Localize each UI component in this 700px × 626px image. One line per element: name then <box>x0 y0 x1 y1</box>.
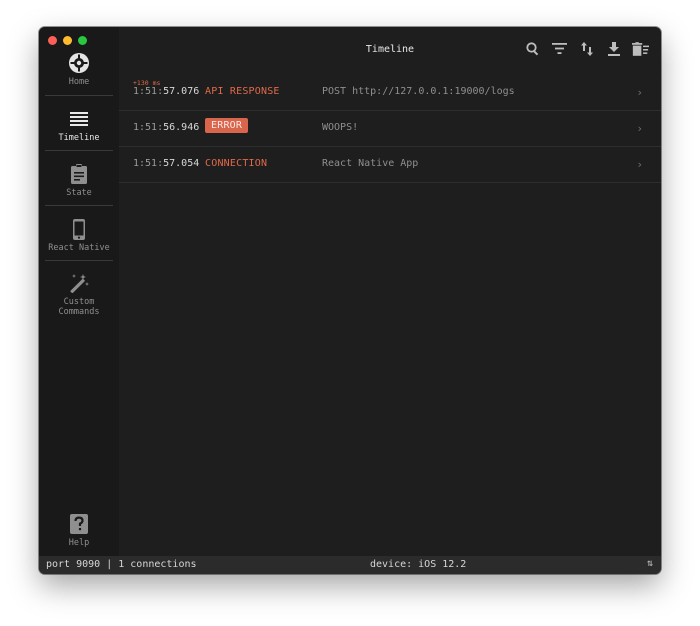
sidebar-divider <box>45 205 113 206</box>
help-icon <box>67 512 91 536</box>
timestamp: 1:51:57.076 <box>133 86 200 97</box>
sidebar-item-help[interactable]: Help <box>45 512 113 548</box>
timeline-row[interactable]: 1:51:56.946 ERROR WOOPS! › <box>119 111 661 147</box>
sidebar-item-custom-commands[interactable]: Custom Commands <box>45 271 113 317</box>
connection-status: port 9090 | 1 connections <box>46 559 197 570</box>
close-window-button[interactable] <box>48 36 57 45</box>
sidebar-item-label-line1: Custom <box>63 297 95 307</box>
main-panel: Timeline +130 ms 1:51:57.076 API RESPONS… <box>119 27 661 556</box>
sidebar-divider <box>45 95 113 96</box>
timestamp: 1:51:57.054 <box>133 158 200 169</box>
phone-icon <box>67 217 91 241</box>
event-type: CONNECTION <box>205 158 268 169</box>
magic-wand-icon <box>67 271 91 295</box>
sidebar: Home Timeline State React Native Custom … <box>39 27 119 556</box>
sidebar-divider <box>45 260 113 261</box>
maximize-window-button[interactable] <box>78 36 87 45</box>
sidebar-item-label: React Native <box>48 243 110 253</box>
sidebar-item-label: Home <box>68 77 90 87</box>
minimize-window-button[interactable] <box>63 36 72 45</box>
sidebar-item-label: Help <box>68 538 90 548</box>
timeline-row[interactable]: 1:51:57.054 CONNECTION React Native App … <box>119 147 661 183</box>
chevron-right-icon: › <box>636 122 643 135</box>
search-icon[interactable] <box>524 40 541 57</box>
header: Timeline <box>119 27 661 75</box>
filter-icon[interactable] <box>551 40 568 57</box>
timestamp: 1:51:56.946 <box>133 122 200 133</box>
clipboard-icon <box>67 162 91 186</box>
event-message: React Native App <box>322 158 419 169</box>
toolbar <box>524 40 649 57</box>
sidebar-item-home[interactable]: Home <box>45 51 113 87</box>
sidebar-item-timeline[interactable]: Timeline <box>45 107 113 143</box>
download-icon[interactable] <box>605 40 622 57</box>
delete-icon[interactable] <box>632 40 649 57</box>
sidebar-item-label: Timeline <box>58 133 100 143</box>
sidebar-item-react-native[interactable]: React Native <box>45 217 113 253</box>
sidebar-item-state[interactable]: State <box>45 162 113 198</box>
error-badge: ERROR <box>205 118 249 133</box>
sidebar-item-label-line2: Commands <box>58 307 100 317</box>
home-logo-icon <box>67 51 91 75</box>
list-icon <box>67 107 91 131</box>
device-status: device: iOS 12.2 <box>370 559 467 570</box>
swap-arrows-icon[interactable]: ⇅ <box>647 558 653 569</box>
chevron-right-icon: › <box>636 158 643 171</box>
timeline-row[interactable]: +130 ms 1:51:57.076 API RESPONSE POST ht… <box>119 75 661 111</box>
chevron-right-icon: › <box>636 86 643 99</box>
event-message: POST http://127.0.0.1:19000/logs <box>322 86 515 97</box>
event-type: API RESPONSE <box>205 86 280 97</box>
sidebar-item-label: State <box>66 188 92 198</box>
sidebar-divider <box>45 150 113 151</box>
app-window: Home Timeline State React Native Custom … <box>39 27 661 574</box>
status-bar: port 9090 | 1 connections device: iOS 12… <box>39 556 661 574</box>
event-message: WOOPS! <box>322 122 359 133</box>
window-controls <box>48 36 87 45</box>
sort-icon[interactable] <box>578 40 595 57</box>
